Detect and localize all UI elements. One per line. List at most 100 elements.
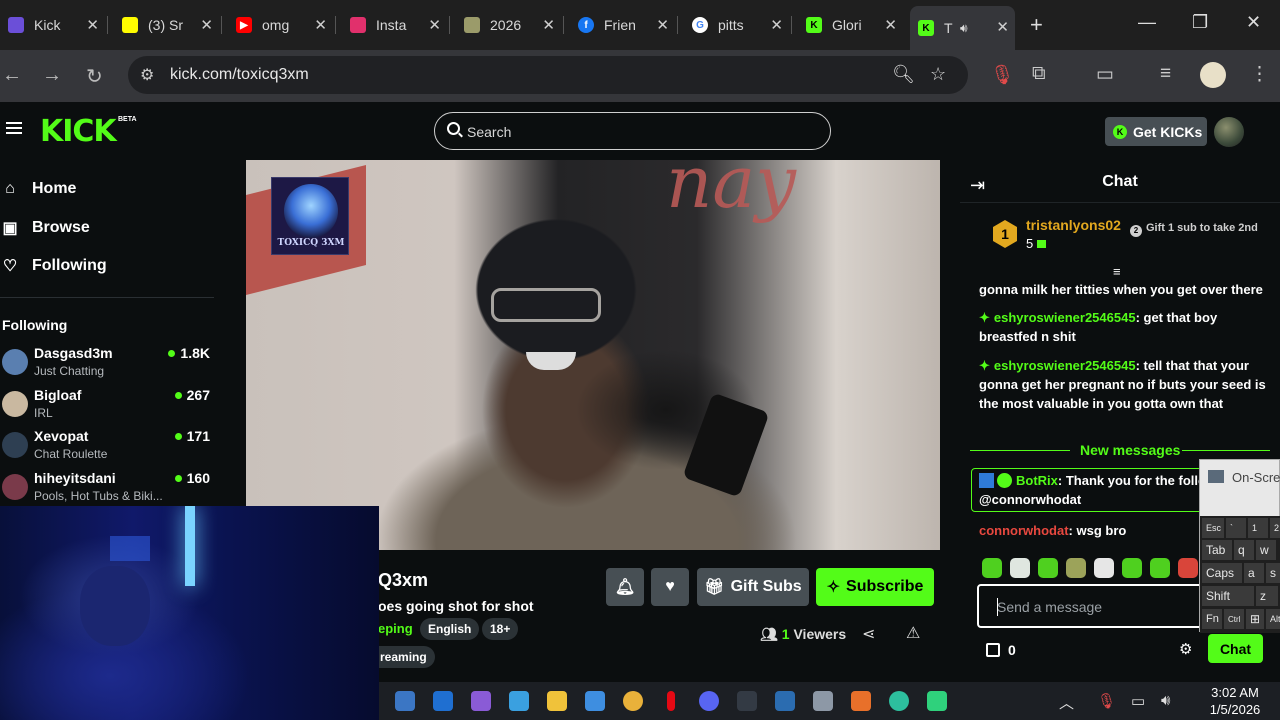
url-text[interactable]: kick.com/toxicq3xm — [170, 66, 309, 84]
close-icon[interactable]: ✕ — [428, 16, 441, 34]
back-icon[interactable]: ← — [2, 64, 22, 87]
chrome-icon[interactable] — [623, 691, 643, 711]
chat-settings-icon[interactable]: ⚙ — [1179, 640, 1192, 658]
video-player[interactable]: nay TOXICQ 3XM — [246, 160, 940, 550]
tag-language[interactable]: English — [420, 618, 480, 640]
taskbar-clock[interactable]: 3:02 AM 1/5/2026 — [1195, 684, 1275, 718]
tag-streaming[interactable]: reaming — [372, 646, 435, 668]
steam-icon[interactable] — [395, 691, 415, 711]
minimize-icon[interactable]: — — [1138, 12, 1156, 33]
nav-browse[interactable]: ▣ Browse — [0, 218, 89, 238]
following-channel[interactable]: Xevopat Chat Roulette 171 — [0, 428, 214, 468]
following-channel[interactable]: Dasgasd3m Just Chatting 1.8K — [0, 345, 214, 385]
edge-icon[interactable] — [889, 691, 909, 711]
file-explorer-icon[interactable] — [547, 691, 567, 711]
nav-following[interactable]: ♡ Following — [0, 256, 107, 276]
osk-key[interactable]: Tab — [1202, 540, 1232, 560]
chat-input[interactable] — [997, 597, 1227, 617]
following-channel[interactable]: Bigloaf IRL 267 — [0, 387, 214, 427]
subscribe-button[interactable]: ✧ Subscribe — [816, 568, 934, 606]
send-chat-button[interactable]: Chat — [1208, 634, 1263, 663]
emote-icon[interactable] — [1066, 558, 1086, 578]
media-control-icon[interactable]: ≡ — [1160, 63, 1171, 85]
emote-icon[interactable] — [1010, 558, 1030, 578]
close-icon[interactable]: ✕ — [996, 18, 1009, 36]
osk-key[interactable]: 1 — [1248, 518, 1268, 538]
notification-bell-button[interactable]: 🔔︎ — [606, 568, 644, 606]
star-icon[interactable]: ☆ — [930, 64, 946, 85]
emote-icon[interactable] — [1178, 558, 1198, 578]
app-purple-icon[interactable] — [471, 691, 491, 711]
discord-icon[interactable] — [699, 691, 719, 711]
chat-username[interactable]: connorwhodat — [979, 523, 1069, 538]
tab-instagram[interactable]: Insta ✕ — [342, 8, 447, 42]
emote-icon[interactable] — [1150, 558, 1170, 578]
tray-chevron-icon[interactable]: ︿ — [1059, 692, 1074, 713]
tab-youtube[interactable]: ▶ omg ✕ — [228, 8, 333, 42]
app-gray-icon[interactable] — [813, 691, 833, 711]
osk-key[interactable]: z — [1256, 586, 1278, 606]
reload-icon[interactable]: ↻ — [86, 64, 103, 89]
microphone-icon[interactable]: 🎙︎ — [990, 63, 1014, 87]
emote-icon[interactable] — [982, 558, 1002, 578]
chat-username[interactable]: eshyroswiener2546545 — [994, 358, 1136, 373]
gift-subs-button[interactable]: 🎁︎ Gift Subs — [697, 568, 809, 606]
extensions-icon[interactable]: ⧉ — [1032, 63, 1046, 85]
osk-key[interactable]: s — [1266, 563, 1280, 583]
new-tab-button[interactable]: + — [1030, 12, 1043, 38]
osk-key[interactable]: w — [1256, 540, 1276, 560]
report-icon[interactable]: ⚠ — [906, 623, 920, 643]
site-settings-icon[interactable]: ⚙︎ — [140, 65, 154, 85]
tab-kick[interactable]: Kick ✕ — [0, 8, 105, 42]
close-icon[interactable]: ✕ — [314, 16, 327, 34]
tab-kick-active[interactable]: K T 🔊︎ ✕ — [910, 6, 1015, 50]
emote-icon[interactable] — [1122, 558, 1142, 578]
store-icon[interactable] — [585, 691, 605, 711]
osk-key[interactable]: a — [1244, 563, 1264, 583]
follow-button[interactable]: ♥ — [651, 568, 689, 606]
user-avatar[interactable] — [1214, 117, 1244, 147]
restore-icon[interactable]: ❐ — [1192, 12, 1208, 33]
close-window-icon[interactable]: ✕ — [1246, 12, 1261, 33]
emote-icon[interactable] — [1094, 558, 1114, 578]
osk-key[interactable]: q — [1234, 540, 1254, 560]
kick-logo[interactable]: KICK — [40, 114, 117, 149]
channel-points[interactable]: 0 — [986, 642, 1016, 658]
osk-key[interactable]: Alt — [1266, 609, 1280, 629]
gift-leaderboard-note[interactable]: 2 Gift 1 sub to take 2nd — [1130, 222, 1260, 237]
tray-network-icon[interactable]: ▭ — [1131, 692, 1145, 710]
tab-facebook[interactable]: f Frien ✕ — [570, 8, 675, 42]
top-gifter-username[interactable]: tristanlyons02 — [1026, 217, 1121, 233]
streamer-name[interactable]: Q3xm — [378, 570, 428, 591]
cast-icon[interactable]: ▭ — [1096, 63, 1114, 86]
new-messages-divider[interactable]: New messages — [970, 441, 1270, 461]
osk-key[interactable]: 2 — [1270, 518, 1280, 538]
nav-home[interactable]: ⌂ Home — [0, 180, 76, 198]
address-bar[interactable]: ⚙︎ kick.com/toxicq3xm 🔍︎ ☆ — [128, 56, 968, 94]
stream-category[interactable]: eping — [378, 621, 413, 636]
taskview-icon[interactable] — [509, 691, 529, 711]
close-icon[interactable]: ✕ — [884, 16, 897, 34]
windows-key-icon[interactable]: ⊞ — [1246, 609, 1264, 629]
osk-key[interactable]: ` — [1226, 518, 1246, 538]
tab-snapchat[interactable]: (3) Sr ✕ — [114, 8, 219, 42]
tab-kick-glori[interactable]: K Glori ✕ — [798, 8, 903, 42]
tab-2026[interactable]: 2026 ✕ — [456, 8, 561, 42]
osk-key[interactable]: Caps — [1202, 563, 1242, 583]
osk-key[interactable]: Shift — [1202, 586, 1254, 606]
emote-icon[interactable] — [1038, 558, 1058, 578]
search-input[interactable]: Search — [434, 112, 831, 150]
osk-key[interactable]: Esc — [1202, 518, 1224, 538]
close-icon[interactable]: ✕ — [542, 16, 555, 34]
app-green-icon[interactable] — [927, 691, 947, 711]
close-icon[interactable]: ✕ — [656, 16, 669, 34]
scroll-handle-icon[interactable]: ≡ — [1113, 264, 1121, 279]
get-kicks-button[interactable]: K Get KICKs — [1105, 117, 1207, 146]
app-dark-icon[interactable] — [737, 691, 757, 711]
share-icon[interactable]: ⋖ — [862, 624, 875, 644]
tag-mature[interactable]: 18+ — [482, 618, 519, 640]
osk-key[interactable]: Fn — [1202, 609, 1222, 629]
chat-username[interactable]: eshyroswiener2546545 — [994, 310, 1136, 325]
profile-avatar[interactable] — [1200, 62, 1226, 88]
close-icon[interactable]: ✕ — [200, 16, 213, 34]
